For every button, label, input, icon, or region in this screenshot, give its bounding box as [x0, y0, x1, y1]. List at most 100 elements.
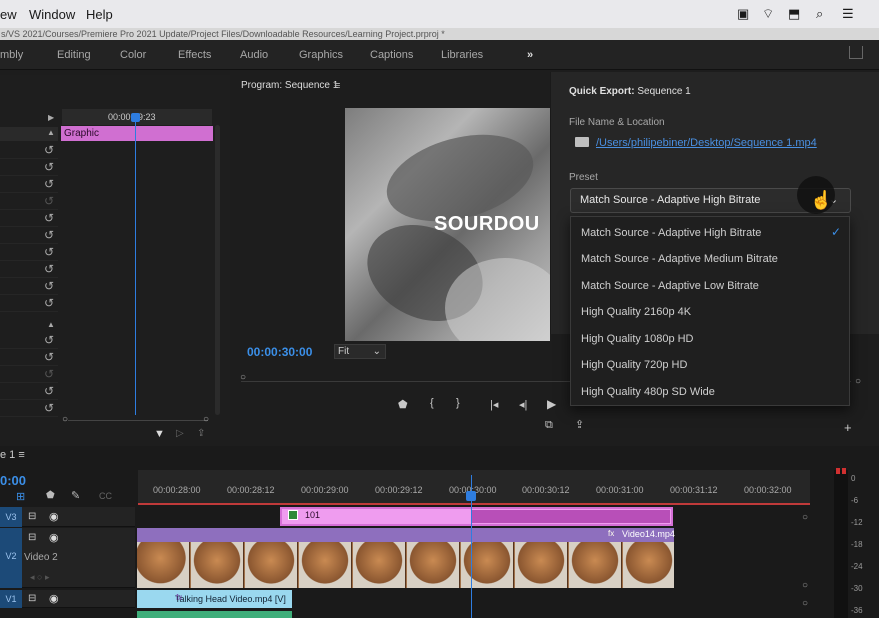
play-only-icon[interactable]: ▶ [48, 113, 54, 122]
go-to-in-icon[interactable]: |◂ [490, 398, 498, 411]
ruler-tick: 00:00:31:00 [596, 485, 644, 495]
sync-lock-icon[interactable]: ⊟ [28, 511, 36, 522]
mark-out-icon[interactable]: } [456, 397, 460, 409]
program-title[interactable]: Program: Sequence 1 [241, 80, 338, 91]
eye-icon[interactable]: ◉ [49, 592, 59, 605]
scrub-start-handle[interactable]: ○ [240, 372, 246, 383]
clip-indicator[interactable] [842, 468, 846, 474]
airplay-icon[interactable]: ⬒ [788, 6, 800, 22]
program-timecode[interactable]: 00:00:30:00 [247, 345, 312, 359]
add-marker-icon[interactable]: ⬟ [46, 490, 55, 501]
preset-option[interactable]: Match Source - Adaptive High Bitrate [581, 227, 761, 239]
screen-record-icon[interactable]: ▣ [737, 6, 749, 22]
control-center-icon[interactable]: ☰ [842, 6, 854, 22]
file-path-link[interactable]: /Users/philipebiner/Desktop/Sequence 1.m… [596, 137, 817, 149]
reset-icon[interactable]: ↺ [44, 262, 54, 276]
tab-assembly[interactable]: mbly [0, 49, 23, 61]
collapse-icon-2[interactable]: ▲ [47, 320, 55, 329]
preset-option[interactable]: High Quality 1080p HD [581, 333, 694, 345]
captions-icon[interactable]: CC [99, 491, 112, 501]
keyframe-nav-icon[interactable]: ◂ ○ ▸ [30, 572, 49, 583]
track-label[interactable]: V3 [0, 507, 22, 527]
preset-option[interactable]: High Quality 480p SD Wide [581, 386, 715, 398]
marker-icon[interactable]: ⬟ [398, 398, 408, 411]
reset-icon[interactable]: ↺ [44, 296, 54, 310]
reset-icon[interactable]: ↺ [44, 367, 54, 381]
preset-option[interactable]: Match Source - Adaptive Medium Bitrate [581, 253, 778, 265]
zoom-handle-right[interactable]: ○ [203, 414, 209, 425]
fit-select[interactable]: Fit ⌄ [334, 344, 386, 359]
track-label[interactable]: V2 [0, 528, 22, 588]
filter-icon[interactable]: ▼ [154, 428, 165, 440]
collapse-icon[interactable]: ▲ [47, 128, 55, 137]
reset-icon[interactable]: ↺ [44, 228, 54, 242]
wifi-icon[interactable]: ⌔ [762, 6, 774, 22]
add-button-icon[interactable]: + [844, 420, 852, 435]
reset-icon[interactable]: ↺ [44, 401, 54, 415]
thumbnail [515, 542, 568, 588]
video14-clip[interactable] [137, 542, 674, 588]
scroll-handle[interactable]: ○ [802, 598, 808, 609]
tab-editing[interactable]: Editing [57, 49, 91, 61]
export-frame-icon[interactable]: ⇪ [197, 428, 205, 439]
preset-option[interactable]: High Quality 2160p 4K [581, 306, 691, 318]
sync-lock-icon[interactable]: ⊟ [28, 532, 36, 543]
scrub-end-handle[interactable]: ○ [855, 376, 861, 387]
reset-icon[interactable]: ↺ [44, 160, 54, 174]
reset-icon[interactable]: ↺ [44, 211, 54, 225]
eye-icon[interactable]: ◉ [49, 510, 59, 523]
tab-libraries[interactable]: Libraries [441, 49, 483, 61]
step-back-icon[interactable]: ◂| [519, 398, 527, 411]
playhead-handle[interactable] [131, 113, 140, 122]
snap-icon[interactable]: ⊞ [16, 490, 25, 503]
scroll-handle[interactable]: ○ [802, 580, 808, 591]
scroll-handle[interactable]: ○ [802, 512, 808, 523]
tab-color[interactable]: Color [120, 49, 146, 61]
reset-icon[interactable]: ↺ [44, 384, 54, 398]
playhead-handle[interactable] [466, 491, 476, 501]
menu-view[interactable]: ew [0, 7, 17, 22]
reset-icon[interactable]: ↺ [44, 143, 54, 157]
tab-effects[interactable]: Effects [178, 49, 211, 61]
spotlight-icon[interactable]: ⌕ [816, 6, 823, 22]
graphic-clip[interactable]: Graphic [61, 126, 213, 141]
panel-menu-icon[interactable]: ≡ [334, 80, 340, 92]
playhead[interactable] [135, 117, 136, 415]
timeline-timecode[interactable]: 0:00 [0, 473, 26, 488]
reset-icon[interactable]: ↺ [44, 279, 54, 293]
mark-in-icon[interactable]: { [430, 397, 434, 409]
menu-help[interactable]: Help [86, 7, 113, 22]
eye-icon[interactable]: ◉ [49, 531, 59, 544]
compare-icon[interactable]: ⧉ [545, 419, 553, 432]
folder-icon[interactable] [575, 137, 589, 147]
reset-icon[interactable]: ↺ [44, 194, 54, 208]
sync-lock-icon[interactable]: ⊟ [28, 593, 36, 604]
clip-selected-region[interactable] [472, 510, 670, 523]
zoom-bar[interactable] [68, 420, 208, 421]
tab-graphics[interactable]: Graphics [299, 49, 343, 61]
tab-captions[interactable]: Captions [370, 49, 413, 61]
more-workspaces-icon[interactable]: » [527, 49, 533, 61]
track-label[interactable]: V1 [0, 590, 22, 608]
audio-clip[interactable] [137, 611, 292, 618]
reset-icon[interactable]: ↺ [44, 350, 54, 364]
reset-icon[interactable]: ↺ [44, 177, 54, 191]
clip-indicator[interactable] [836, 468, 840, 474]
share-icon[interactable] [849, 46, 863, 59]
clip-header[interactable] [137, 528, 674, 542]
play-icon[interactable]: ▶ [547, 397, 556, 411]
export-frame-icon[interactable]: ⇪ [575, 418, 584, 431]
zoom-handle-left[interactable]: ○ [62, 414, 68, 425]
work-area-bar[interactable] [138, 503, 810, 505]
reset-icon[interactable]: ↺ [44, 245, 54, 259]
preset-option[interactable]: Match Source - Adaptive Low Bitrate [581, 280, 759, 292]
talking-head-clip[interactable]: Talking Head Video.mp4 [V] [137, 590, 292, 608]
scrollbar[interactable] [215, 125, 220, 415]
reset-icon[interactable]: ↺ [44, 333, 54, 347]
tab-audio[interactable]: Audio [240, 49, 268, 61]
wrench-icon[interactable]: ✎ [71, 489, 80, 502]
sequence-tab[interactable]: e 1 ≡ [0, 449, 25, 461]
play-audio-icon[interactable]: ▷ [176, 428, 184, 439]
preset-option[interactable]: High Quality 720p HD [581, 359, 687, 371]
menu-window[interactable]: Window [29, 7, 75, 22]
